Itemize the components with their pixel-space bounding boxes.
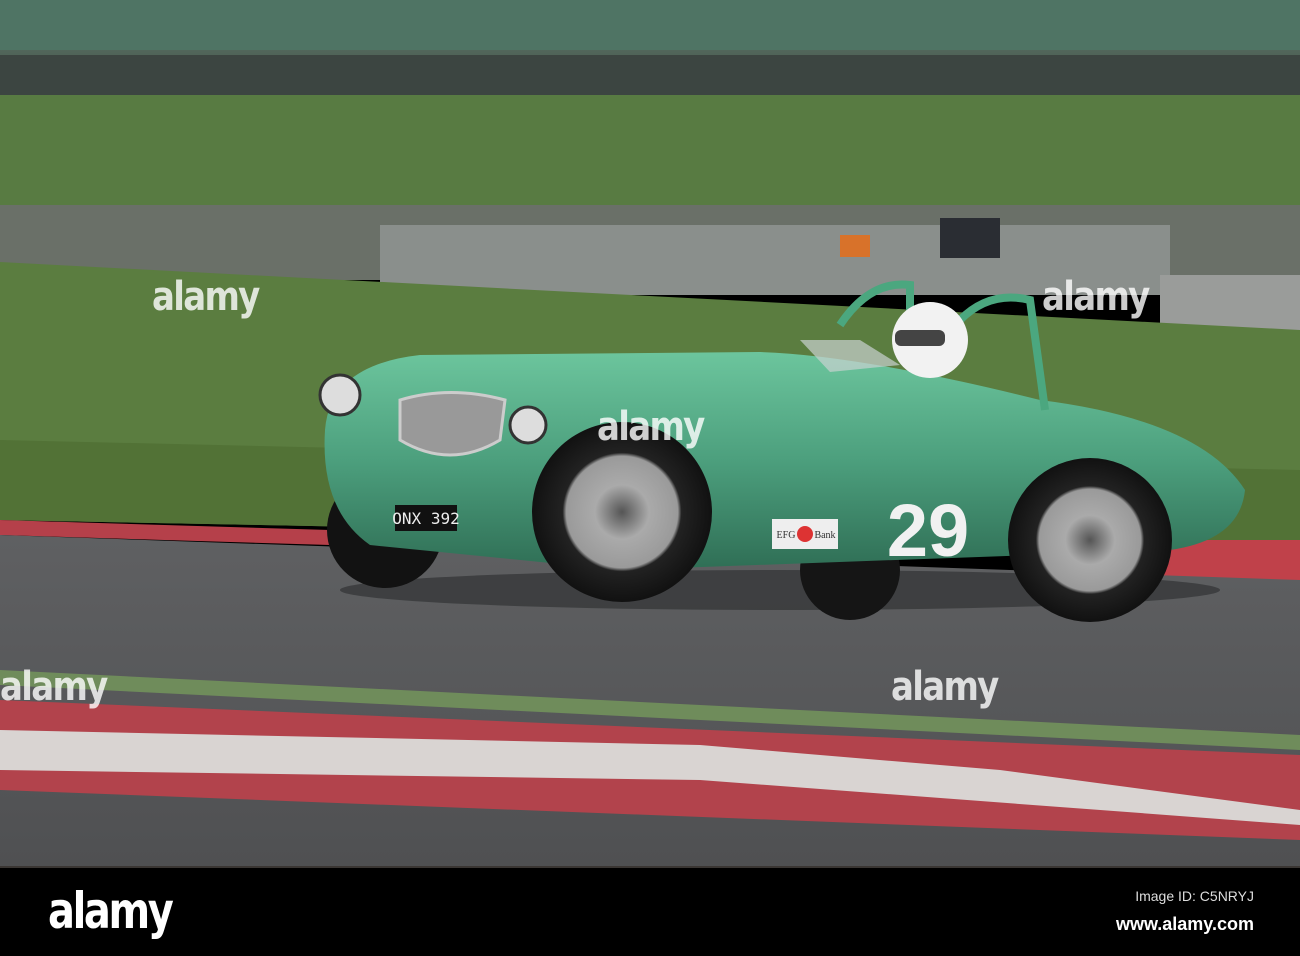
watermark: alamy xyxy=(891,664,999,710)
footer-bar: alamy Image ID: C5NRYJ www.alamy.com xyxy=(0,866,1300,956)
marshal xyxy=(840,235,870,257)
svg-text:EFG: EFG xyxy=(777,530,796,541)
car-number: 29 xyxy=(887,489,969,572)
website-link[interactable]: www.alamy.com xyxy=(1116,914,1254,935)
rear-wheel xyxy=(1008,458,1172,622)
alamy-logo: alamy xyxy=(48,882,174,940)
license-plate-text: ONX 392 xyxy=(392,509,459,528)
watermark: alamy xyxy=(0,664,108,710)
stock-photo: ONX 392 EFG Bank 29 alamy alamy alamy al… xyxy=(0,0,1300,956)
image-id: Image ID: C5NRYJ xyxy=(1135,888,1254,904)
watermark: alamy xyxy=(1042,274,1150,320)
marshal xyxy=(940,218,1000,258)
svg-text:Bank: Bank xyxy=(814,530,835,541)
watermark: alamy xyxy=(152,274,260,320)
watermark: alamy xyxy=(597,404,705,450)
grille xyxy=(398,391,507,457)
